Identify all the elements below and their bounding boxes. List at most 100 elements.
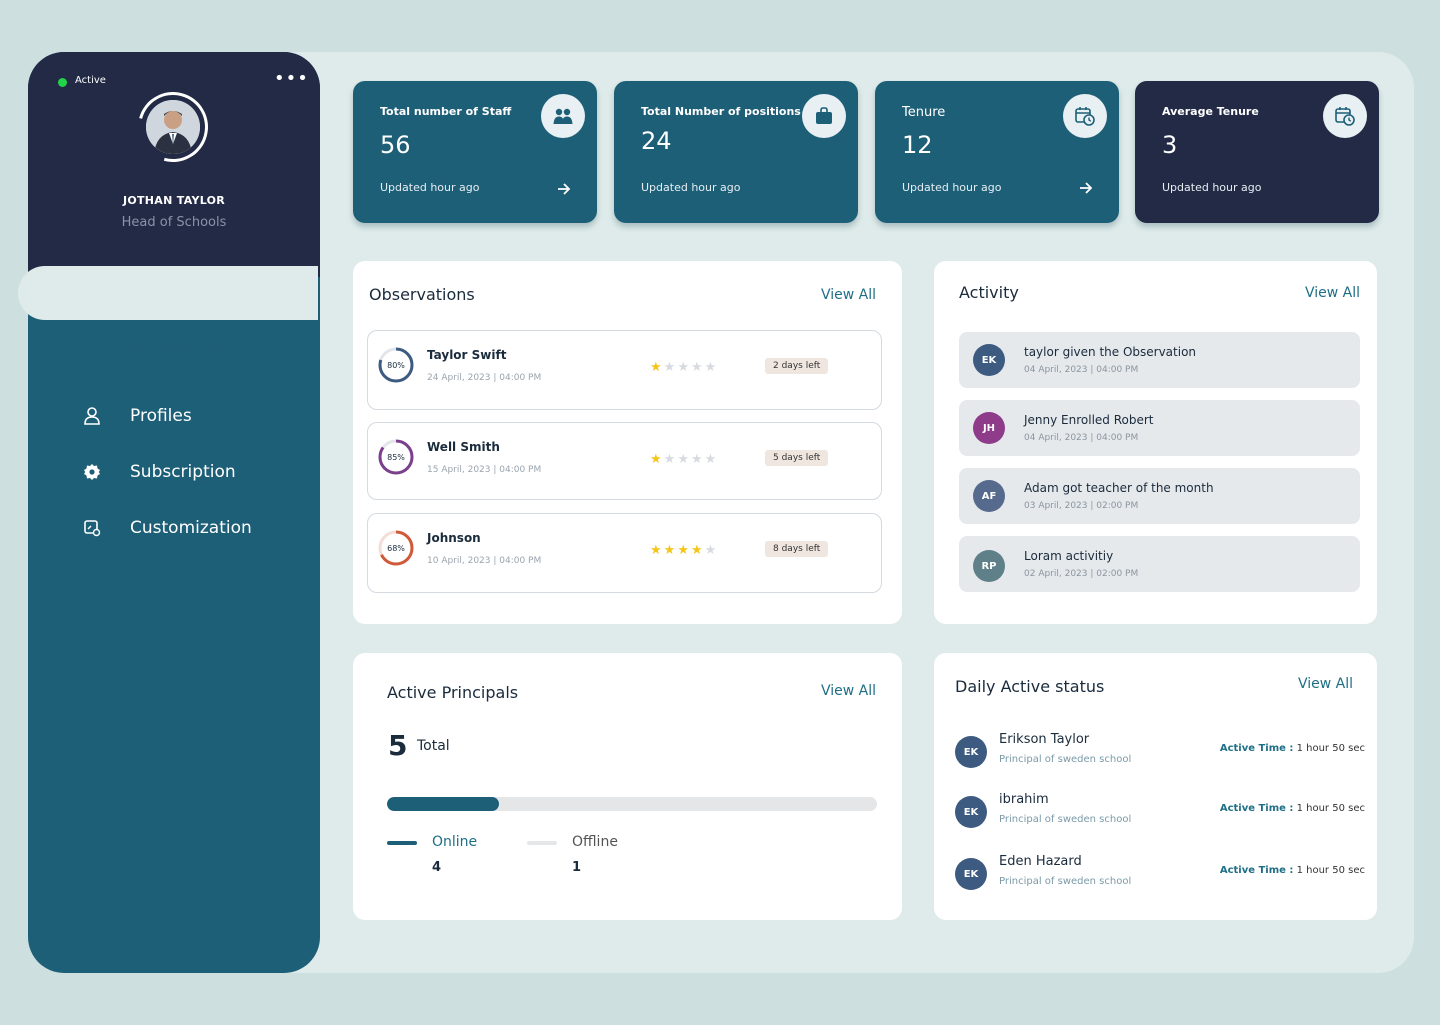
- star-icon: ★: [663, 452, 678, 467]
- star-icon: ★: [663, 543, 678, 558]
- activity-item[interactable]: AF Adam got teacher of the month 03 Apri…: [959, 468, 1360, 524]
- observation-name: Johnson: [427, 531, 481, 545]
- activity-text: Loram activitiy: [1024, 549, 1114, 563]
- customize-icon: [82, 518, 102, 538]
- activity-date: 02 April, 2023 | 02:00 PM: [1024, 569, 1139, 579]
- star-icon: ★: [650, 452, 664, 467]
- star-rating: ★★★★★: [650, 452, 718, 467]
- stat-title: Tenure: [902, 105, 946, 120]
- observations-panel: Observations View All 80% Taylor Swift 2…: [353, 261, 902, 624]
- panel-title: Active Principals: [387, 683, 519, 702]
- activity-text: Jenny Enrolled Robert: [1024, 413, 1154, 427]
- progress-percent: 85%: [387, 452, 405, 462]
- view-all-link[interactable]: View All: [1298, 676, 1353, 692]
- daily-row[interactable]: EK Eden Hazard Principal of sweden schoo…: [955, 854, 1365, 894]
- avatar[interactable]: [146, 100, 200, 154]
- active-time-label: Active Time :: [1219, 865, 1294, 876]
- active-time-value: 1 hour 50 sec: [1293, 803, 1365, 814]
- observation-date: 10 April, 2023 | 04:00 PM: [427, 556, 542, 566]
- star-icon: ★: [650, 543, 664, 558]
- nav-active-highlight: [18, 266, 318, 320]
- stat-value: 24: [641, 127, 672, 155]
- activity-text: taylor given the Observation: [1024, 345, 1197, 359]
- arrow-right-icon[interactable]: [557, 181, 571, 200]
- avatar: AF: [973, 480, 1005, 512]
- stat-value: 12: [902, 131, 933, 159]
- panel-title: Observations: [369, 285, 475, 304]
- nav-item-profiles[interactable]: Profiles: [28, 396, 320, 436]
- status-dot: [58, 78, 67, 87]
- star-icon: ★: [677, 452, 691, 467]
- activity-panel: Activity View All EK taylor given the Ob…: [934, 261, 1377, 624]
- activity-item[interactable]: JH Jenny Enrolled Robert 04 April, 2023 …: [959, 400, 1360, 456]
- offline-count: 1: [572, 860, 582, 875]
- nav-label: Customization: [130, 518, 252, 538]
- more-options-icon[interactable]: •••: [274, 70, 309, 88]
- view-all-link[interactable]: View All: [821, 287, 876, 303]
- star-icon: ★: [690, 543, 705, 558]
- progress-percent: 68%: [387, 543, 405, 553]
- view-all-link[interactable]: View All: [821, 683, 876, 699]
- online-progress-bar: [387, 797, 877, 811]
- stat-value: 3: [1162, 131, 1178, 159]
- online-progress-fill: [387, 797, 499, 811]
- activity-text: Adam got teacher of the month: [1024, 481, 1214, 495]
- nav-item-customization[interactable]: Customization: [28, 508, 320, 548]
- stat-card-staff[interactable]: Total number of Staff 56 Updated hour ag…: [353, 81, 597, 223]
- principals-total-label: Total: [417, 738, 450, 754]
- activity-item[interactable]: RP Loram activitiy 02 April, 2023 | 02:0…: [959, 536, 1360, 592]
- stat-card-positions[interactable]: Total Number of positions 24 Updated hou…: [614, 81, 858, 223]
- observation-item[interactable]: 80% Taylor Swift 24 April, 2023 | 04:00 …: [367, 330, 882, 410]
- calendar-clock-icon: [1063, 94, 1107, 138]
- online-label: Online: [432, 834, 478, 850]
- stat-updated: Updated hour ago: [902, 181, 1002, 194]
- stat-card-tenure[interactable]: Tenure 12 Updated hour ago: [875, 81, 1119, 223]
- calendar-clock-icon: [1323, 94, 1367, 138]
- principal-school: Principal of sweden school: [999, 814, 1132, 825]
- activity-date: 04 April, 2023 | 04:00 PM: [1024, 365, 1139, 375]
- user-icon: [82, 406, 102, 426]
- principals-total: 5: [388, 729, 408, 762]
- progress-ring: 68%: [378, 530, 414, 566]
- active-time: Active Time : 1 hour 50 sec: [1220, 803, 1365, 814]
- star-icon: ★: [704, 452, 719, 467]
- observation-name: Well Smith: [427, 440, 500, 454]
- activity-item[interactable]: EK taylor given the Observation 04 April…: [959, 332, 1360, 388]
- nav-label: Profiles: [130, 406, 192, 426]
- observation-item[interactable]: 68% Johnson 10 April, 2023 | 04:00 PM ★★…: [367, 513, 882, 593]
- stat-title: Total number of Staff: [380, 105, 512, 118]
- view-all-link[interactable]: View All: [1305, 285, 1360, 301]
- principal-school: Principal of sweden school: [999, 876, 1132, 887]
- progress-ring: 85%: [378, 439, 414, 475]
- status-label: Active: [75, 75, 106, 86]
- stat-value: 56: [380, 131, 411, 159]
- panel-title: Daily Active status: [955, 677, 1105, 696]
- arrow-right-icon[interactable]: [1079, 180, 1093, 199]
- profile-role: Head of Schools: [121, 215, 227, 230]
- offline-label: Offline: [572, 834, 618, 850]
- active-time: Active Time : 1 hour 50 sec: [1220, 743, 1365, 754]
- daily-row[interactable]: EK Erikson Taylor Principal of sweden sc…: [955, 732, 1365, 772]
- avatar: RP: [973, 550, 1005, 582]
- active-time-value: 1 hour 50 sec: [1293, 865, 1365, 876]
- observation-item[interactable]: 85% Well Smith 15 April, 2023 | 04:00 PM…: [367, 422, 882, 500]
- nav-item-dashboard[interactable]: Dashboard: [28, 326, 320, 366]
- progress-percent: 80%: [387, 360, 405, 370]
- star-icon: ★: [663, 360, 678, 375]
- active-time-label: Active Time :: [1219, 803, 1294, 814]
- briefcase-icon: [802, 94, 846, 138]
- profile-card: Active ••• JOTHAN TAYLOR Head of Schools: [28, 52, 320, 277]
- nav-label: Subscription: [130, 462, 236, 482]
- stat-updated: Updated hour ago: [380, 181, 480, 194]
- active-time: Active Time : 1 hour 50 sec: [1220, 865, 1365, 876]
- observation-date: 24 April, 2023 | 04:00 PM: [427, 373, 542, 383]
- avatar: EK: [973, 344, 1005, 376]
- observation-name: Taylor Swift: [427, 348, 507, 362]
- daily-row[interactable]: EK ibrahim Principal of sweden school Ac…: [955, 792, 1365, 832]
- nav-item-subscription[interactable]: Subscription: [28, 452, 320, 492]
- offline-legend-line: [527, 841, 557, 845]
- star-icon: ★: [677, 360, 691, 375]
- days-left-badge: 5 days left: [765, 450, 829, 466]
- nav-label: Dashboard: [129, 336, 233, 356]
- stat-card-average-tenure[interactable]: Average Tenure 3 Updated hour ago: [1135, 81, 1379, 223]
